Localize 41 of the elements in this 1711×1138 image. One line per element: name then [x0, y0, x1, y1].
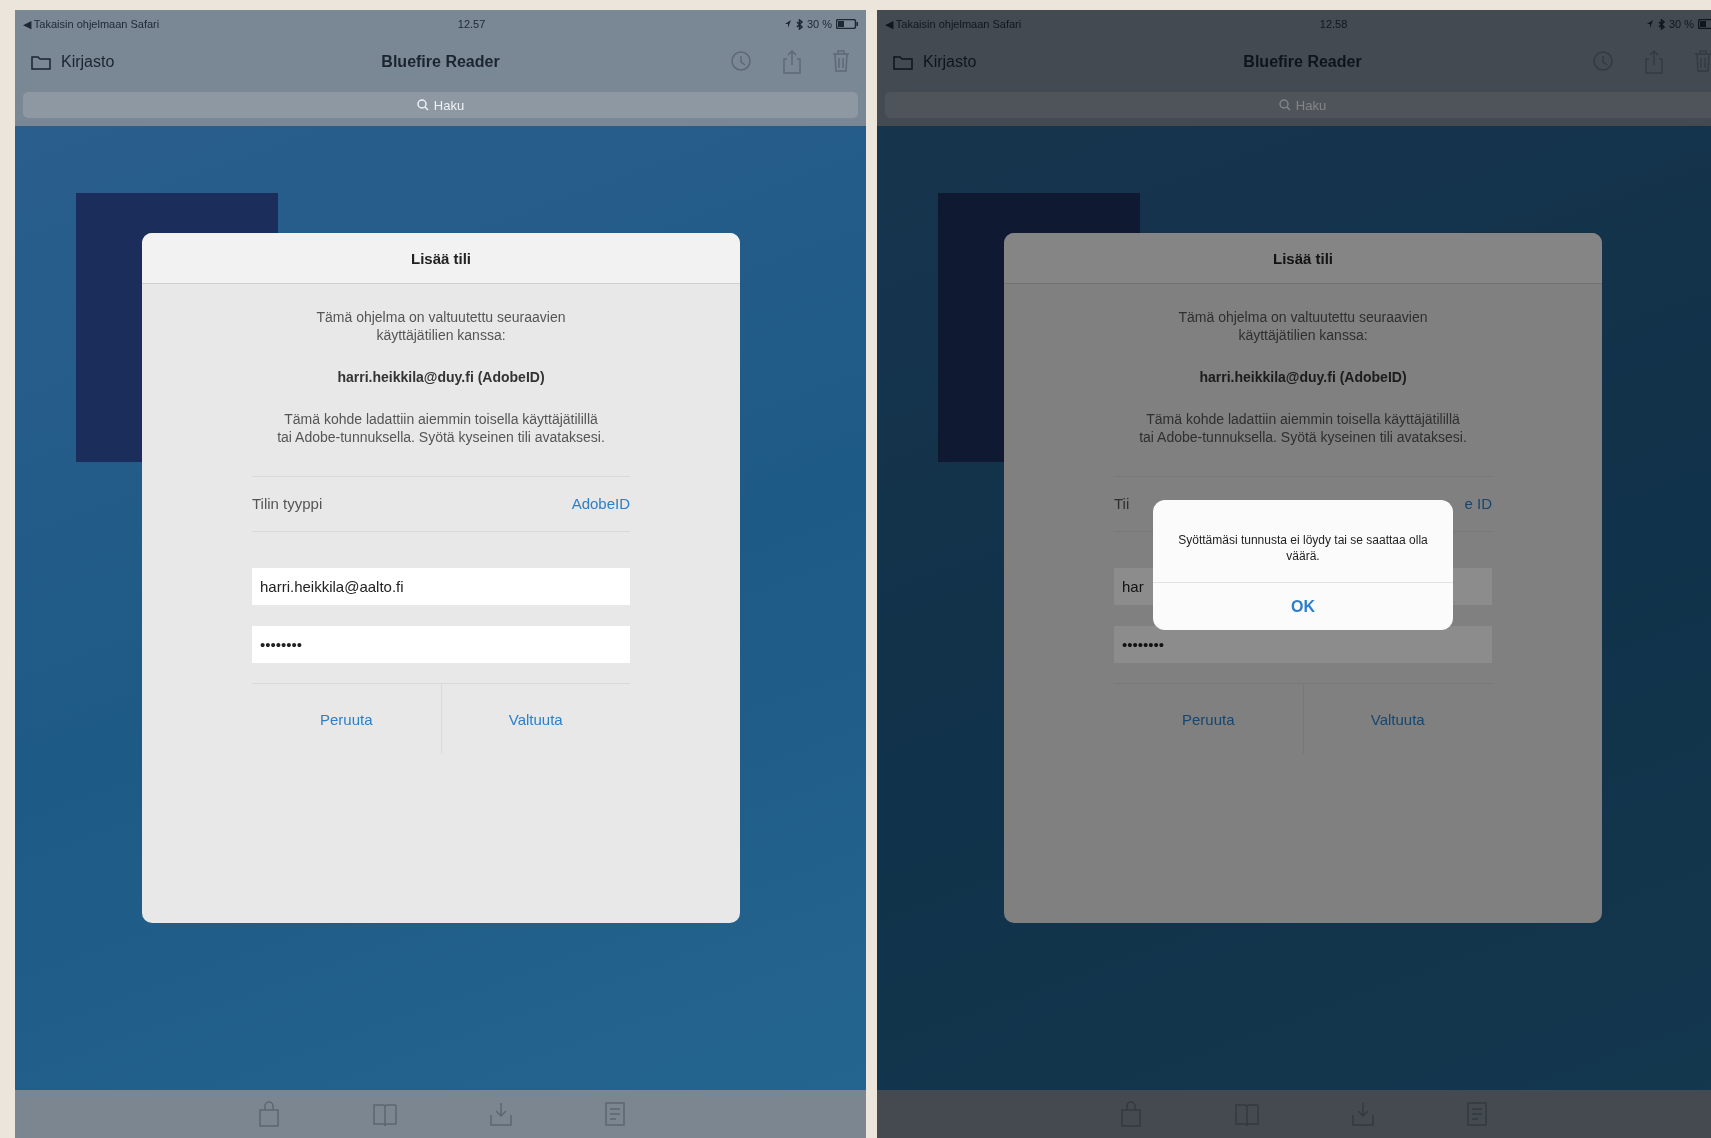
authorized-account: harri.heikkila@duy.fi (AdobeID) [1199, 368, 1407, 386]
search-icon [416, 99, 429, 111]
account-type-label: Tilin tyyppi [252, 495, 323, 513]
intro-text: Tämä ohjelma on valtuutettu seuraavien käyttäjätilien kanssa: [315, 308, 567, 344]
folder-icon [31, 54, 51, 70]
email-field[interactable]: harri.heikkila@aalto.fi [252, 568, 630, 605]
trash-icon [832, 50, 850, 72]
cancel-button[interactable]: Peruuta [1114, 684, 1303, 754]
battery-icon [836, 19, 858, 29]
status-time: 12.57 [457, 18, 486, 30]
library-button[interactable]: Kirjasto [31, 53, 115, 71]
authorized-account: harri.heikkila@duy.fi (AdobeID) [337, 368, 545, 386]
account-type-label: Tii [1114, 495, 1130, 513]
location-icon [783, 19, 792, 29]
dialog-title: Lisää tili [142, 233, 740, 284]
app-title: Bluefire Reader [381, 53, 500, 71]
dialog-title: Lisää tili [1004, 233, 1602, 284]
info-message: Tämä kohde ladattiin aiemmin toisella käyttäjätilillä tai Adobe-tunnuksella. Syötä kyseinen tili avataksesi. [276, 410, 606, 446]
bluetooth-icon [795, 18, 803, 30]
info-message: Tämä kohde ladattiin aiemmin toisella käyttäjätilillä tai Adobe-tunnuksella. Syötä kyseinen tili avataksesi. [1138, 410, 1468, 446]
folder-icon [893, 54, 913, 70]
authorize-button[interactable]: Valtuuta [440, 684, 630, 754]
share-icon [782, 50, 802, 74]
battery-percent: 30 % [806, 18, 832, 30]
book-icon [371, 1101, 398, 1127]
download-icon [487, 1101, 514, 1127]
alert-message: Syöttämäsi tunnusta ei löydy tai se saattaa olla väärä. [1178, 532, 1428, 564]
intro-text: Tämä ohjelma on valtuutettu seuraavien käyttäjätilien kanssa: [1177, 308, 1429, 344]
password-field[interactable]: •••••••• [1114, 626, 1492, 663]
back-to-app-link[interactable]: ◀ Takaisin ohjelmaan Safari [23, 17, 160, 31]
search-field[interactable]: Haku [23, 92, 858, 118]
search-icon [1278, 99, 1291, 111]
bluetooth-icon [1657, 18, 1665, 30]
ok-button[interactable]: OK [1153, 582, 1453, 630]
page-icon [603, 1101, 626, 1127]
account-type-value[interactable]: AdobeID [571, 495, 630, 513]
authorize-button[interactable]: Valtuuta [1302, 684, 1492, 754]
password-field[interactable]: •••••••• [252, 626, 630, 663]
account-type-value[interactable]: e ID [1464, 495, 1492, 513]
location-icon [1645, 19, 1654, 29]
cancel-button[interactable]: Peruuta [252, 684, 441, 754]
